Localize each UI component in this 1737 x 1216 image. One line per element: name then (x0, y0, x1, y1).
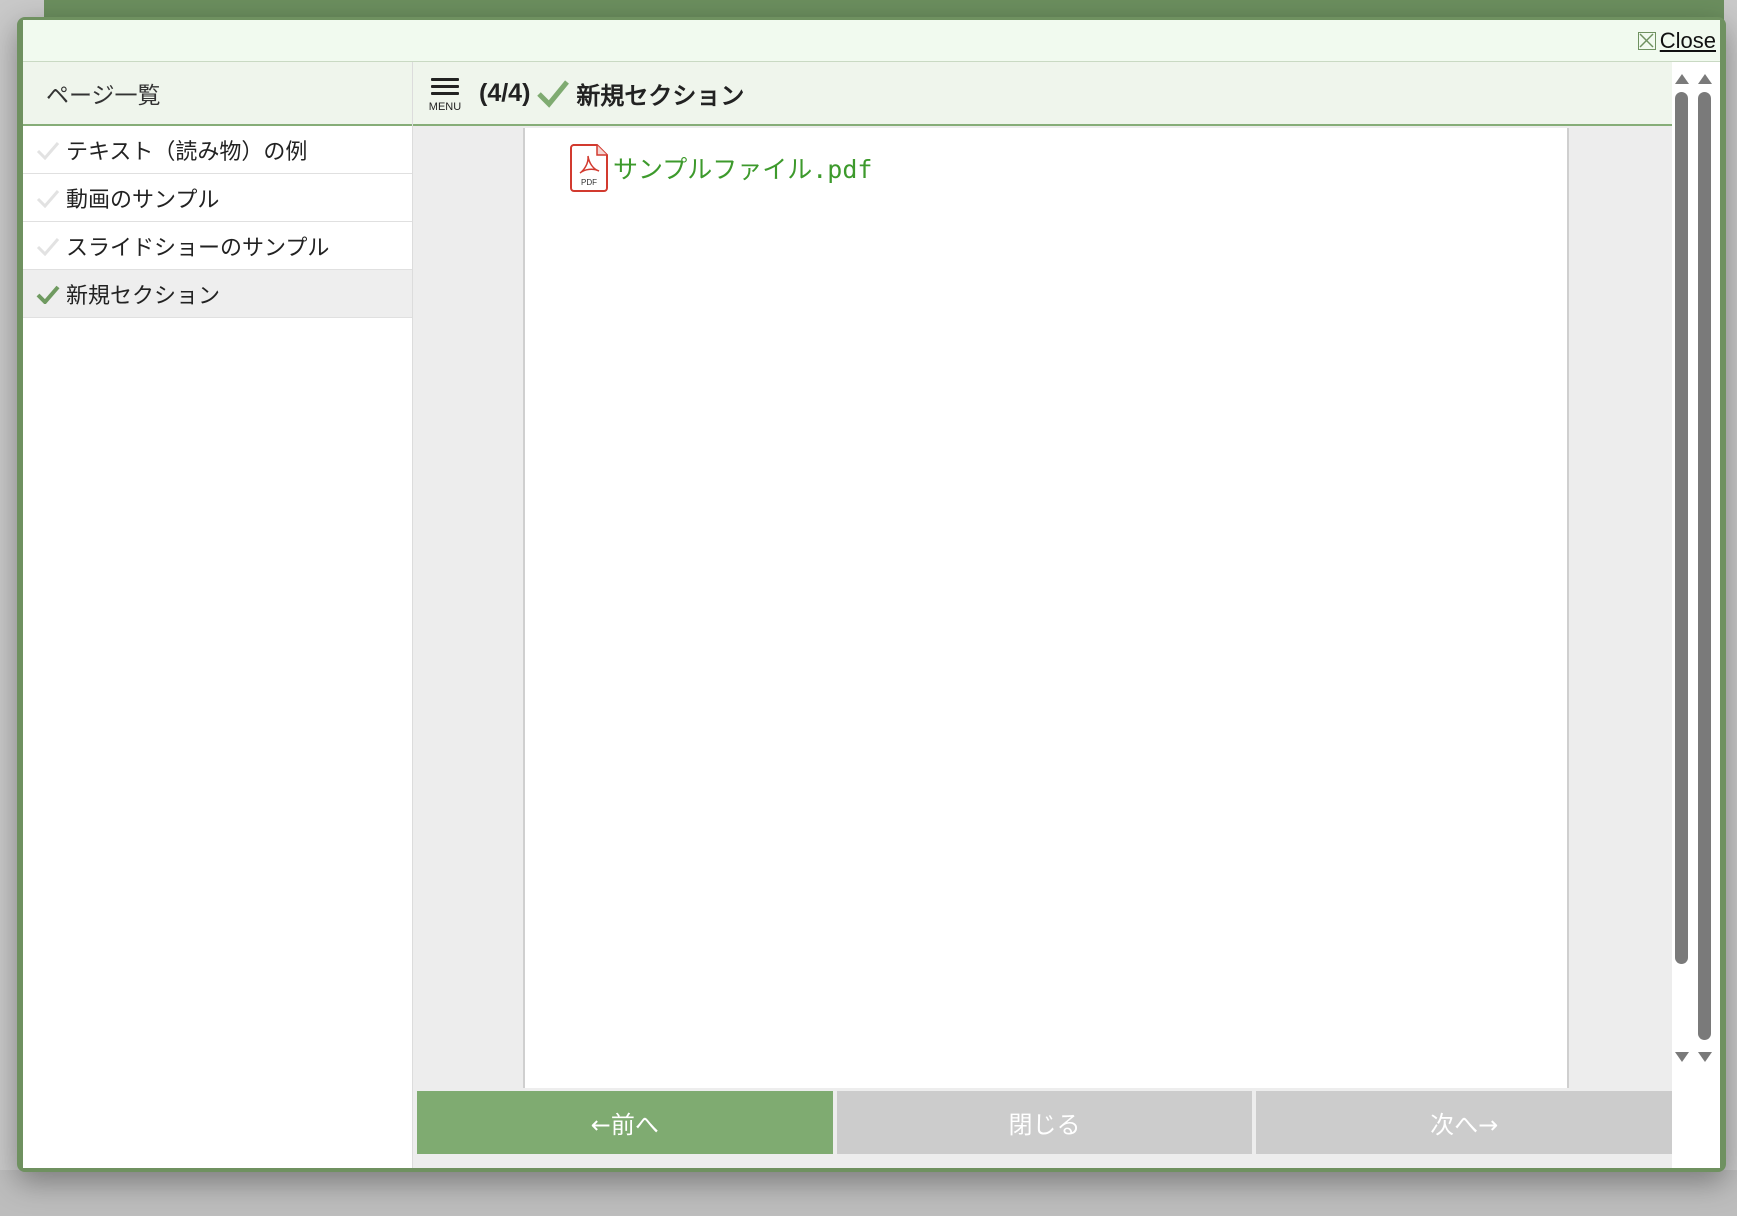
prev-button[interactable]: ←前へ (417, 1091, 833, 1154)
scrollbar-thumb[interactable] (1698, 92, 1711, 1040)
sidebar-item-label: テキスト（読み物）の例 (66, 139, 308, 165)
page-counter: (4/4) (479, 78, 531, 107)
pdf-file-name[interactable]: サンプルファイル.pdf (613, 150, 872, 186)
hamburger-icon (431, 74, 459, 99)
sidebar-item-label: 新規セクション (66, 283, 221, 309)
sidebar-item-label: 動画のサンプル (66, 187, 220, 213)
page-title: 新規セクション (576, 81, 745, 110)
close-button[interactable]: 閉じる (836, 1091, 1253, 1154)
pdf-icon-label: PDF (581, 178, 597, 187)
sidebar-item-video-sample[interactable]: 動画のサンプル (23, 174, 412, 222)
sidebar-item-label: スライドショーのサンプル (66, 235, 330, 261)
scroll-up-icon[interactable] (1675, 74, 1689, 84)
navigation-bar: ←前へ 閉じる 次へ→ (413, 1091, 1673, 1155)
pdf-file-link[interactable]: PDF サンプルファイル.pdf (569, 144, 872, 192)
scrollbar-thumb[interactable] (1675, 92, 1688, 964)
background-shadow (0, 1170, 1737, 1216)
scroll-down-icon[interactable] (1698, 1052, 1712, 1062)
lesson-modal: Close ページ一覧 テキスト（読み物）の例 動画のサンプル スライドショーの… (17, 17, 1726, 1172)
checkmark-icon (33, 234, 63, 258)
main-header: MENU (4/4) 新規セクション (413, 62, 1672, 126)
sidebar-title: ページ一覧 (23, 62, 412, 126)
modal-top-bar: Close (23, 20, 1720, 62)
scroll-down-icon[interactable] (1675, 1052, 1689, 1062)
modal-inner: Close ページ一覧 テキスト（読み物）の例 動画のサンプル スライドショーの… (23, 20, 1720, 1168)
sidebar-item-slideshow-sample[interactable]: スライドショーのサンプル (23, 222, 412, 270)
close-icon (1637, 32, 1656, 50)
scroll-up-icon[interactable] (1698, 74, 1712, 84)
close-label[interactable]: Close (1660, 28, 1716, 54)
close-link[interactable]: Close (1637, 28, 1716, 54)
next-button[interactable]: 次へ→ (1256, 1091, 1673, 1154)
checkmark-icon (536, 78, 570, 108)
menu-label: MENU (428, 100, 462, 113)
content-area: PDF サンプルファイル.pdf (523, 128, 1569, 1088)
checkmark-icon (33, 186, 63, 210)
scrollbar-area (1672, 62, 1716, 1168)
checkmark-icon (33, 138, 63, 162)
pdf-icon: PDF (570, 144, 608, 192)
checkmark-icon (33, 282, 63, 306)
sidebar-item-new-section[interactable]: 新規セクション (23, 270, 412, 318)
main-panel: MENU (4/4) 新規セクション PDF サンプルファイル.pdf ←前へ … (413, 62, 1673, 1168)
menu-button[interactable]: MENU (415, 63, 475, 123)
sidebar-item-text-example[interactable]: テキスト（読み物）の例 (23, 126, 412, 174)
page-list-sidebar: ページ一覧 テキスト（読み物）の例 動画のサンプル スライドショーのサンプル 新… (23, 62, 413, 1168)
